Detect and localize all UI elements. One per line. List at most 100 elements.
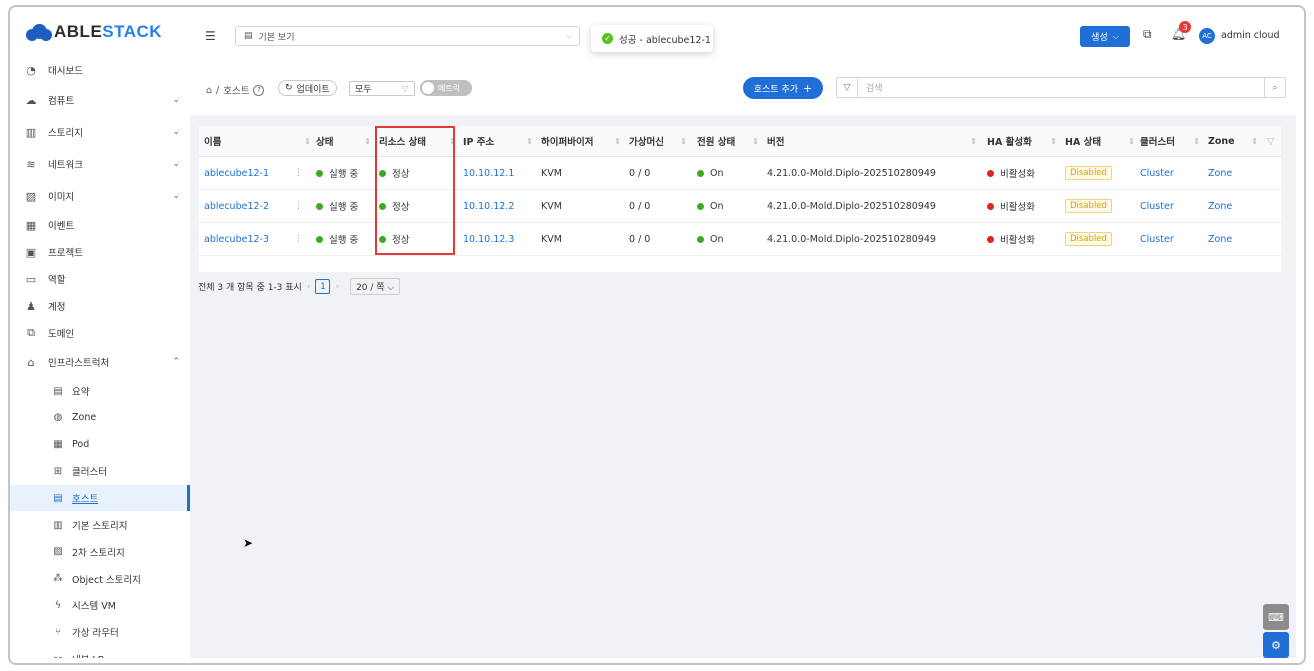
- column-header[interactable]: 이름 ⇕: [204, 126, 311, 156]
- sidebar-subitem[interactable]: ⊞ 클러스터: [10, 458, 190, 484]
- cluster-link[interactable]: Cluster: [1140, 190, 1200, 222]
- column-header[interactable]: 버전 ⇕: [767, 126, 977, 156]
- zone-link[interactable]: Zone: [1208, 157, 1258, 189]
- column-header[interactable]: 리소스 상태 ⇕: [379, 126, 456, 156]
- sidebar-item[interactable]: ▣ 프로젝트: [10, 239, 190, 265]
- sort-icon[interactable]: ⇕: [680, 137, 687, 146]
- column-header[interactable]: HA 상태 ⇕: [1065, 126, 1135, 156]
- more-actions-icon[interactable]: ⋮: [294, 157, 303, 189]
- more-actions-icon[interactable]: ⋮: [294, 190, 303, 222]
- ip-address-link-text: 10.10.12.2: [463, 200, 515, 212]
- sort-icon[interactable]: ⇕: [1050, 137, 1057, 146]
- host-name-link[interactable]: ablecube12-2: [204, 190, 289, 222]
- keyboard-icon[interactable]: ⌨: [1263, 604, 1289, 630]
- column-filter-icon[interactable]: ▽: [1267, 126, 1274, 156]
- column-header[interactable]: HA 활성화 ⇕: [987, 126, 1057, 156]
- sort-icon[interactable]: ⇕: [1128, 137, 1135, 146]
- power-state-cell-text: On: [710, 233, 724, 245]
- add-host-button[interactable]: 호스트 추가 +: [743, 77, 823, 99]
- ha-state-tag: Disabled: [1065, 223, 1135, 255]
- user-name[interactable]: admin cloud: [1221, 30, 1280, 41]
- column-header[interactable]: 클러스터 ⇕: [1140, 126, 1200, 156]
- metrics-toggle[interactable]: 메트릭: [420, 80, 472, 96]
- next-page-icon[interactable]: ›: [335, 282, 339, 292]
- sidebar-item[interactable]: ⌂ 인프라스트럭처 ⌃: [10, 349, 190, 375]
- sort-icon[interactable]: ⇕: [752, 137, 759, 146]
- filter-icon[interactable]: ▽: [837, 78, 858, 97]
- search-icon[interactable]: ⌕: [1264, 78, 1285, 97]
- ip-address-link[interactable]: 10.10.12.3: [463, 223, 533, 255]
- host-name-link[interactable]: ablecube12-1: [204, 157, 289, 189]
- sidebar-subitem[interactable]: ▤ 호스트: [10, 485, 190, 512]
- chevron-down-icon: ⌄: [172, 127, 180, 137]
- sort-icon[interactable]: ⇕: [364, 137, 371, 146]
- sidebar-item[interactable]: ◔ 대시보드: [10, 57, 190, 83]
- sort-icon[interactable]: ⇕: [449, 137, 456, 146]
- column-header[interactable]: IP 주소 ⇕: [463, 126, 533, 156]
- sidebar-subitem[interactable]: ▦ Pod: [10, 432, 190, 458]
- zone-link[interactable]: Zone: [1208, 223, 1258, 255]
- sidebar-subitem[interactable]: ▨ 2차 스토리지: [10, 539, 190, 565]
- sidebar-item[interactable]: ▦ 이벤트: [10, 212, 190, 238]
- zone-link-text: Zone: [1208, 200, 1233, 212]
- sidebar-subitem[interactable]: ▤ 요약: [10, 378, 190, 404]
- home-icon[interactable]: ⌂: [206, 85, 212, 96]
- page-size-select[interactable]: 20 / 쪽 ⌵: [350, 278, 401, 295]
- sort-icon[interactable]: ⇕: [304, 137, 311, 146]
- mouse-cursor: ➤: [243, 536, 254, 550]
- sidebar-subitem-label: 호스트: [72, 494, 99, 506]
- column-header[interactable]: 하이퍼바이저 ⇕: [541, 126, 621, 156]
- view-select-value: 기본 보기: [258, 32, 295, 43]
- search-input[interactable]: ▽ 검색 ⌕: [836, 77, 1286, 98]
- sidebar-subitem[interactable]: ⑂ 가상 라우터: [10, 619, 190, 645]
- sort-icon[interactable]: ⇕: [1251, 137, 1258, 146]
- hosts-table: 이름 ⇕ 상태 ⇕ 리소스 상태 ⇕ IP 주소 ⇕ 하이퍼바이저 ⇕ 가상머신 ⇕ 전원 상태 ⇕ 버전 ⇕…: [199, 126, 1281, 272]
- zone-link[interactable]: Zone: [1208, 190, 1258, 222]
- ip-address-link[interactable]: 10.10.12.2: [463, 190, 533, 222]
- sort-icon[interactable]: ⇕: [526, 137, 533, 146]
- column-header[interactable]: Zone ⇕: [1208, 126, 1258, 156]
- sidebar-item[interactable]: ▨ 이미지 ⌄: [10, 183, 190, 209]
- sidebar-item[interactable]: ⧉ 도메인: [10, 320, 190, 346]
- avatar[interactable]: AC: [1199, 28, 1215, 44]
- sort-icon[interactable]: ⇕: [614, 137, 621, 146]
- table-row[interactable]: ablecube12-2 ⋮ 실행 중 정상 10.10.12.2 KVM 0 / 0 On 4…: [199, 190, 1281, 223]
- table-row[interactable]: ablecube12-1 ⋮ 실행 중 정상 10.10.12.1 KVM 0 / 0 On 4…: [199, 157, 1281, 190]
- image-upload-icon[interactable]: ⧉: [1143, 27, 1152, 42]
- sidebar-item[interactable]: ▥ 스토리지 ⌄: [10, 119, 190, 145]
- sort-icon[interactable]: ⇕: [1193, 137, 1200, 146]
- refresh-button[interactable]: ↻ 업데이트: [278, 80, 337, 96]
- menu-fold-icon[interactable]: ☰: [205, 29, 216, 43]
- ip-address-link[interactable]: 10.10.12.1: [463, 157, 533, 189]
- sidebar-item-label: 네트워크: [48, 160, 83, 171]
- setting-icon[interactable]: ⚙: [1263, 632, 1289, 658]
- column-header[interactable]: 상태 ⇕: [316, 126, 371, 156]
- sidebar-subitem[interactable]: ⁂ Object 스토리지: [10, 566, 190, 592]
- ablestack-logo[interactable]: ABLESTACK: [26, 22, 162, 42]
- sidebar-item[interactable]: ▭ 역할: [10, 266, 190, 292]
- sidebar-item[interactable]: ≋ 네트워크 ⌄: [10, 151, 190, 177]
- sidebar-item[interactable]: ♟ 계정: [10, 293, 190, 319]
- sidebar-subitem[interactable]: ϟ 시스템 VM: [10, 592, 190, 618]
- sidebar-subitem[interactable]: ▥ 기본 스토리지: [10, 512, 190, 538]
- chevron-down-icon: ⌵: [1112, 31, 1119, 41]
- status-dot: [697, 202, 704, 210]
- cluster-link[interactable]: Cluster: [1140, 223, 1200, 255]
- create-button[interactable]: 생성 ⌵: [1080, 26, 1130, 47]
- view-select[interactable]: ▤ 기본 보기 ⌵: [235, 26, 580, 46]
- sort-icon[interactable]: ⇕: [970, 137, 977, 146]
- column-header-label: 이름: [204, 137, 222, 148]
- column-header[interactable]: 전원 상태 ⇕: [697, 126, 759, 156]
- table-row[interactable]: ablecube12-3 ⋮ 실행 중 정상 10.10.12.3 KVM 0 / 0 On 4…: [199, 223, 1281, 256]
- question-circle-icon[interactable]: ?: [253, 84, 265, 96]
- sidebar-subitem[interactable]: ⚯ 내부 LB: [10, 646, 190, 659]
- column-header[interactable]: 가상머신 ⇕: [629, 126, 687, 156]
- host-name-link[interactable]: ablecube12-3: [204, 223, 289, 255]
- more-actions-icon[interactable]: ⋮: [294, 223, 303, 255]
- cluster-link[interactable]: Cluster: [1140, 157, 1200, 189]
- filter-select[interactable]: 모두 ▽: [349, 81, 415, 96]
- sidebar-subitem[interactable]: ◍ Zone: [10, 405, 190, 431]
- sidebar-item[interactable]: ☁ 컴퓨트 ⌄: [10, 87, 190, 113]
- prev-page-icon[interactable]: ‹: [307, 282, 311, 292]
- page-number[interactable]: 1: [315, 279, 331, 294]
